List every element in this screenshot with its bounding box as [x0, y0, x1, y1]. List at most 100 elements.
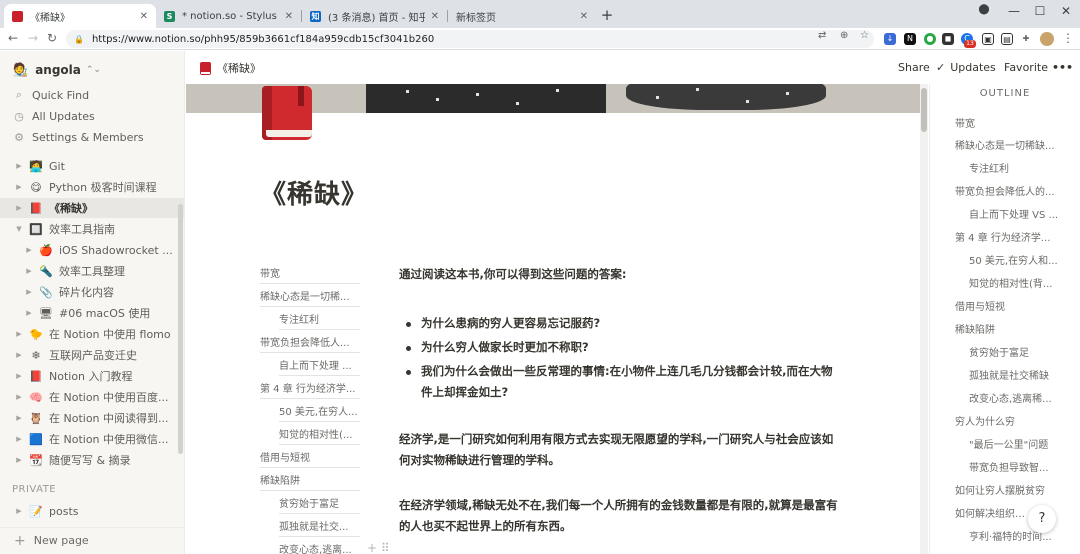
caret-right-icon[interactable]: ▶ — [14, 507, 24, 515]
caret-down-icon[interactable]: ▼ — [14, 225, 24, 233]
drag-handle-icon[interactable]: + ⠿ — [367, 541, 390, 554]
tab-notion-page[interactable]: 《稀缺》 ✕ — [4, 4, 156, 28]
caret-right-icon[interactable]: ▶ — [14, 204, 24, 212]
outline-item[interactable]: 自上而下处理 VS ... — [969, 208, 1059, 224]
toc-item[interactable]: 第 4 章 行为经济学... — [260, 381, 360, 399]
caret-right-icon[interactable]: ▶ — [14, 183, 24, 191]
outline-item[interactable]: 带宽负担会降低人的... — [955, 185, 1059, 201]
page-book-icon[interactable] — [262, 86, 318, 140]
list-item[interactable]: 为什么穷人做家长时更加不称职? — [406, 337, 846, 358]
sidebar-item-efficiency-guide[interactable]: ▼ 🔲 效率工具指南 — [0, 219, 184, 239]
toc-item[interactable]: 稀缺陷阱 — [260, 473, 360, 491]
help-button[interactable]: ? — [1028, 505, 1056, 533]
extension-reader-icon[interactable]: ▣ — [982, 33, 994, 45]
close-icon[interactable]: ✕ — [140, 11, 148, 22]
bookmark-star-icon[interactable]: ☆ — [860, 30, 869, 41]
toc-item[interactable]: 带宽 — [260, 266, 360, 284]
sidebar-scrollbar[interactable] — [178, 204, 183, 454]
settings-members[interactable]: ⚙ Settings & Members — [0, 127, 184, 147]
outline-item[interactable]: 改变心态,逃离稀... — [969, 392, 1059, 408]
reload-icon[interactable]: ↻ — [47, 31, 57, 45]
sidebar-item-python[interactable]: ▶ 😋 Python 极客时间课程 — [0, 177, 184, 197]
sidebar-item-git[interactable]: ▶ 🧑‍💻 Git — [0, 156, 184, 176]
extensions-puzzle-icon[interactable]: ✚ — [1020, 33, 1032, 45]
outline-item[interactable]: 专注红利 — [969, 162, 1059, 178]
workspace-switcher[interactable]: 🧑‍🎨 angola ⌃⌄ — [12, 60, 101, 80]
profile-avatar-icon[interactable] — [1040, 32, 1054, 46]
main-scrollbar-thumb[interactable] — [921, 88, 927, 132]
outline-item[interactable]: 穷人为什么穷 — [955, 415, 1059, 431]
favorite-button[interactable]: Favorite — [1004, 61, 1048, 74]
page-title[interactable]: 《稀缺》 — [260, 174, 368, 211]
caret-right-icon[interactable]: ▶ — [14, 351, 24, 359]
minimize-icon[interactable]: — — [1002, 4, 1026, 18]
sidebar-item-dedao[interactable]: ▶ 🦉 在 Notion 中阅读得到... — [0, 408, 184, 428]
intro-paragraph[interactable]: 通过阅读这本书,你可以得到这些问题的答案: — [399, 264, 849, 285]
outline-item[interactable]: 如何让穷人摆脱贫穷 — [955, 484, 1059, 500]
tab-zhihu[interactable]: 知 (3 条消息) 首页 - 知乎 ✕ — [302, 4, 447, 28]
new-tab-icon[interactable]: + — [598, 6, 616, 24]
forward-icon[interactable]: → — [28, 31, 38, 45]
updates-button[interactable]: ✓ Updates — [936, 61, 996, 74]
extension-notion-icon[interactable]: N — [904, 33, 916, 45]
caret-right-icon[interactable]: ▶ — [14, 162, 24, 170]
toc-item[interactable]: 50 美元,在穷人... — [279, 404, 360, 422]
all-updates[interactable]: ◷ All Updates — [0, 106, 184, 126]
caret-right-icon[interactable]: ▶ — [24, 267, 34, 275]
toc-item[interactable]: 带宽负担会降低人... — [260, 335, 360, 353]
sidebar-item-flomo[interactable]: ▶ 🐤 在 Notion 中使用 flomo — [0, 324, 184, 344]
toc-item[interactable]: 稀缺心态是一切稀... — [260, 289, 360, 307]
outline-item[interactable]: 带宽 — [955, 117, 1055, 133]
breadcrumb[interactable]: 《稀缺》 — [200, 60, 261, 76]
outline-item[interactable]: 借用与短视 — [955, 300, 1059, 316]
extension-square-icon[interactable]: ▤ — [1001, 33, 1013, 45]
tab-stylus[interactable]: S * notion.so - Stylus ✕ — [156, 4, 301, 28]
economics-paragraph[interactable]: 经济学,是一门研究如何利用有限方式去实现无限愿望的学科,一门研究人与社会应该如何… — [399, 429, 839, 471]
sidebar-item-notes[interactable]: ▶ 📆 随便写写 & 摘录 — [0, 450, 184, 470]
more-options-button[interactable]: ••• — [1052, 61, 1073, 74]
sidebar-item-fragments[interactable]: ▶ 📎 碎片化内容 — [0, 282, 184, 302]
close-icon[interactable]: ✕ — [580, 11, 588, 22]
caret-right-icon[interactable]: ▶ — [24, 246, 34, 254]
toc-item[interactable]: 贫穷始于富足 — [279, 496, 360, 514]
outline-item[interactable]: 第 4 章 行为经济学... — [955, 231, 1059, 247]
tab-new-tab[interactable]: 新标签页 ✕ — [448, 4, 596, 28]
caret-right-icon[interactable]: ▶ — [14, 414, 24, 422]
caret-right-icon[interactable]: ▶ — [14, 393, 24, 401]
outline-item[interactable]: 稀缺陷阱 — [955, 323, 1059, 339]
extension-green-icon[interactable]: ● — [924, 33, 936, 45]
browser-menu-icon[interactable]: ⋮ — [1062, 31, 1074, 45]
outline-item[interactable]: 稀缺心态是一切稀缺... — [955, 139, 1059, 155]
sidebar-item-efficiency-tools[interactable]: ▶ 🔦 效率工具整理 — [0, 261, 184, 281]
share-button[interactable]: Share — [898, 61, 930, 74]
scarcity-paragraph[interactable]: 在经济学领域,稀缺无处不在,我们每一个人所拥有的金钱数量都是有限的,就算是最富有… — [399, 495, 845, 537]
toc-item[interactable]: 孤独就是社交... — [279, 519, 360, 537]
caret-right-icon[interactable]: ▶ — [24, 309, 34, 317]
extension-dark-icon[interactable]: ◼ — [942, 33, 954, 45]
new-page-button[interactable]: + New page — [0, 527, 184, 553]
maximize-icon[interactable]: ☐ — [1028, 4, 1052, 18]
caret-right-icon[interactable]: ▶ — [14, 330, 24, 338]
toc-item[interactable]: 专注红利 — [279, 312, 360, 330]
quick-find[interactable]: ⌕ Quick Find — [0, 85, 184, 105]
outline-item[interactable]: 如何解决组织中... — [955, 507, 1031, 523]
outline-item[interactable]: 知觉的相对性(背... — [969, 277, 1059, 293]
toc-item[interactable]: 知觉的相对性(... — [279, 427, 360, 445]
profile-menu-icon[interactable]: ⬤ — [972, 4, 996, 15]
sidebar-item-internet-history[interactable]: ▶ ❄ 互联网产品变迁史 — [0, 345, 184, 365]
extension-download-icon[interactable]: ↓ — [884, 33, 896, 45]
sidebar-item-scarcity[interactable]: ▶ 📕 《稀缺》 — [0, 198, 184, 218]
list-item[interactable]: 为什么患病的穷人更容易忘记服药? — [406, 313, 846, 334]
sidebar-item-wechat[interactable]: ▶ 🟦 在 Notion 中使用微信... — [0, 429, 184, 449]
outline-item[interactable]: 带宽负担导致智... — [969, 461, 1059, 477]
address-bar[interactable]: 🔒 https://www.notion.so/phh95/859b3661cf… — [66, 30, 874, 48]
outline-item[interactable]: 50 美元,在穷人和... — [969, 254, 1059, 270]
close-icon[interactable]: ✕ — [285, 11, 293, 22]
sidebar-item-posts[interactable]: ▶ 📝 posts — [0, 501, 184, 521]
translate-icon[interactable]: ⇄ — [818, 30, 826, 41]
caret-right-icon[interactable]: ▶ — [14, 435, 24, 443]
toc-item[interactable]: 自上而下处理 ... — [279, 358, 360, 376]
outline-item[interactable]: 孤独就是社交稀缺 — [969, 369, 1059, 385]
caret-right-icon[interactable]: ▶ — [24, 288, 34, 296]
sidebar-item-macos[interactable]: ▶ 🖥 #06 macOS 使用 — [0, 303, 184, 323]
